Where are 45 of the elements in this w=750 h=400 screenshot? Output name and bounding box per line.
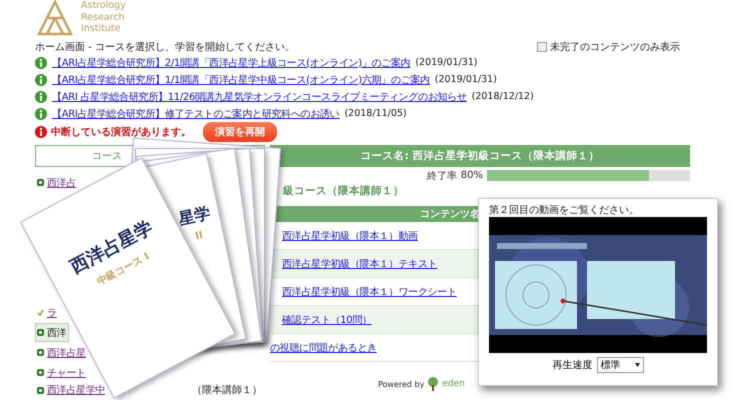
logo-text: Astrology Research Institute xyxy=(81,0,126,34)
speed-label: 再生速度 xyxy=(552,358,592,372)
tree-icon xyxy=(427,377,440,391)
bullet-icon xyxy=(37,329,44,336)
logo-icon xyxy=(37,0,73,36)
alert-icon xyxy=(35,126,47,138)
breadcrumb: ホーム画面 - コースを選択し、学習を開始してください。 xyxy=(35,40,295,54)
progress-label: 終了率 xyxy=(426,170,457,182)
news-date: (2019/01/31) xyxy=(415,57,478,68)
info-icon xyxy=(35,108,47,120)
info-icon xyxy=(35,90,47,102)
news-link[interactable]: 【ARI占星学総合研究所】1/1開講「西洋占星学中級コース(オンライン)六期」のご案内 xyxy=(52,72,430,86)
sidebar-item[interactable]: ラ xyxy=(35,303,60,322)
bullet-icon xyxy=(37,349,44,356)
news-link[interactable]: 【ARI占星学総合研究所】修了テストのご案内と研究科へのお誘い xyxy=(52,106,340,120)
news-link[interactable]: 【ARI占星学総合研究所】2/1開講「西洋占星学上級コース(オンライン)」のご案内 xyxy=(52,56,410,70)
sidebar-item[interactable]: 西洋占星 xyxy=(35,343,89,362)
content-link[interactable]: 確認テスト（10問） xyxy=(282,312,372,326)
news-link[interactable]: 【ARI 占星学総合研究所】11/26開講九星気学オンラインコースライブミーティングのお知らせ xyxy=(52,90,467,104)
sidebar-item[interactable]: 西洋占星学中 xyxy=(35,382,108,398)
news-date: (2018/12/12) xyxy=(472,91,534,102)
filter-checkbox[interactable]: 未完了のコンテンツのみ表示 xyxy=(537,40,680,54)
news-date: (2018/11/05) xyxy=(344,108,407,119)
course-title: コース名: 西洋占星学初級コース（隈本講師１） xyxy=(270,145,690,167)
course-subtitle: 級コース（隈本講師１） xyxy=(282,184,405,198)
speed-select[interactable]: 標準 xyxy=(596,357,644,373)
news-date: (2019/01/31) xyxy=(434,74,497,85)
brand-name: eden xyxy=(442,379,465,389)
sidebar-item[interactable]: チャート xyxy=(35,363,89,382)
progress-value: 80% xyxy=(460,170,483,181)
help-link[interactable]: の視聴に問題があるとき xyxy=(270,340,377,354)
content-link[interactable]: 西洋占星学初級（隈本１）ワークシート xyxy=(282,284,457,298)
bullet-icon xyxy=(37,179,44,186)
info-icon xyxy=(35,74,47,86)
check-icon xyxy=(37,309,44,316)
info-icon xyxy=(35,56,47,68)
bullet-icon xyxy=(37,369,44,376)
alert-message: 中断している演習があります。 xyxy=(51,126,191,139)
powered-by-text: Powered by xyxy=(378,380,424,388)
bullet-icon xyxy=(37,386,44,394)
content-link[interactable]: 西洋占星学初級（隈本１）動画 xyxy=(282,228,418,242)
content-link[interactable]: 西洋占星学初級（隈本１）テキスト xyxy=(282,256,438,270)
sidebar-item[interactable]: 西洋 xyxy=(35,323,70,342)
video-caption: 第２回目の動画をご覧ください。 xyxy=(489,204,639,217)
sidebar-item[interactable]: 西洋占 xyxy=(35,173,80,192)
